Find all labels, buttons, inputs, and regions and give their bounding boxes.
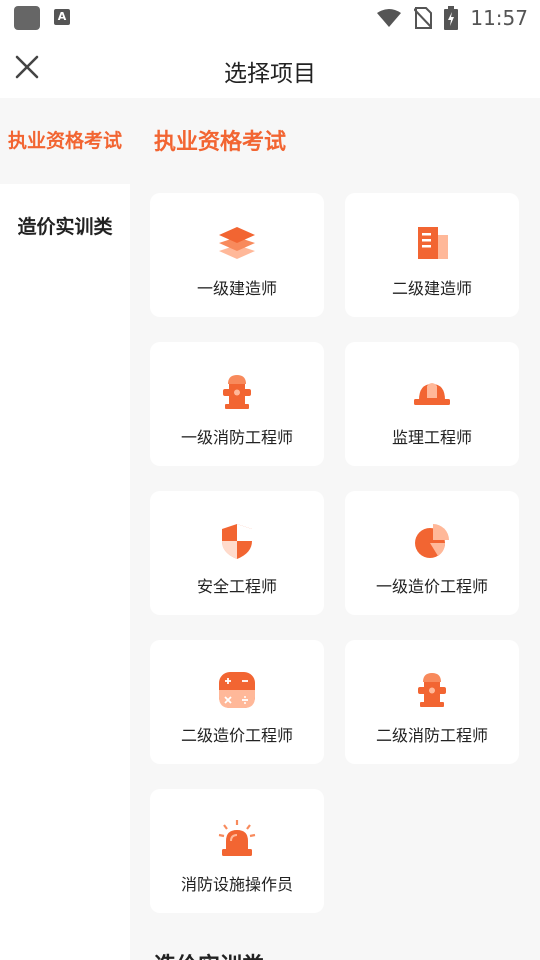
fire-hydrant-icon bbox=[223, 375, 251, 409]
status-bar: A 11:57 bbox=[0, 0, 540, 36]
card-label: 二级建造师 bbox=[391, 279, 472, 298]
card-label: 一级消防工程师 bbox=[180, 428, 293, 447]
sidebar-item-cost-training[interactable]: 造价实训类 bbox=[0, 184, 130, 270]
project-card-fire-facility-operator[interactable]: 消防设施操作员 bbox=[150, 789, 324, 913]
project-card-first-class-fire-engineer[interactable]: 一级消防工程师 bbox=[150, 342, 324, 466]
pie-chart-icon bbox=[415, 524, 449, 558]
clock: 11:57 bbox=[470, 6, 528, 30]
sidebar-item-qualification-exam[interactable]: 执业资格考试 bbox=[0, 98, 130, 184]
project-card-first-class-cost-engineer[interactable]: 一级造价工程师 bbox=[345, 491, 519, 615]
card-label: 二级造价工程师 bbox=[180, 726, 293, 745]
section-title: 执业资格考试 bbox=[154, 130, 287, 155]
page-title: 选择项目 bbox=[224, 61, 316, 87]
category-sidebar: 执业资格考试 造价实训类 bbox=[0, 98, 130, 960]
hard-hat-icon bbox=[414, 383, 450, 405]
battery-charging-icon bbox=[444, 6, 459, 30]
alarm-light-icon bbox=[218, 820, 256, 856]
wifi-icon bbox=[377, 9, 402, 27]
project-card-safety-engineer[interactable]: 安全工程师 bbox=[150, 491, 324, 615]
app-notification-icon bbox=[14, 6, 40, 30]
project-card-supervision-engineer[interactable]: 监理工程师 bbox=[345, 342, 519, 466]
notification-badge-icon: A bbox=[54, 9, 70, 25]
project-card-second-class-constructor[interactable]: 二级建造师 bbox=[345, 193, 519, 317]
project-list: 执业资格考试 一级建造师 二级建造师 一级消防工程师 监理工程师 安全工程师 一… bbox=[130, 98, 540, 960]
title-bar: 选择项目 bbox=[0, 36, 540, 98]
calculator-icon bbox=[219, 672, 255, 708]
status-icons: 11:57 bbox=[376, 5, 528, 31]
layers-icon bbox=[219, 227, 255, 259]
card-label: 一级建造师 bbox=[196, 279, 277, 298]
card-label: 一级造价工程师 bbox=[375, 577, 488, 596]
shield-icon bbox=[222, 524, 252, 559]
building-icon bbox=[418, 227, 448, 259]
card-label: 安全工程师 bbox=[196, 577, 277, 596]
no-sim-icon bbox=[414, 7, 433, 29]
project-card-second-class-fire-engineer[interactable]: 二级消防工程师 bbox=[345, 640, 519, 764]
card-label: 监理工程师 bbox=[391, 428, 472, 447]
project-card-first-class-constructor[interactable]: 一级建造师 bbox=[150, 193, 324, 317]
next-section-title: 造价实训类 bbox=[154, 948, 264, 960]
fire-hydrant-icon bbox=[418, 673, 446, 707]
card-label: 消防设施操作员 bbox=[180, 875, 293, 894]
project-card-second-class-cost-engineer[interactable]: 二级造价工程师 bbox=[150, 640, 324, 764]
card-label: 二级消防工程师 bbox=[375, 726, 488, 745]
